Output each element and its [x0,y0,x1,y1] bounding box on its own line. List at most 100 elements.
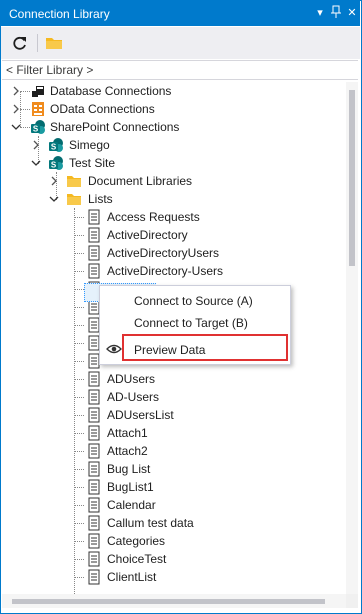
list-item[interactable]: ClientList [2,568,346,586]
tree-node-database-connections[interactable]: Database Connections [2,82,346,100]
expand-chevron-icon[interactable] [30,138,42,152]
collapse-chevron-icon[interactable] [10,120,22,134]
list-icon [86,533,102,549]
list-icon [86,209,102,225]
list-icon [86,443,102,459]
database-icon [30,83,46,99]
list-item[interactable]: BugList1 [2,478,346,496]
list-item[interactable]: Attach2 [2,442,346,460]
list-item[interactable]: ActiveDirectoryUsers [2,244,346,262]
collapse-chevron-icon[interactable] [30,156,42,170]
list-icon [86,371,102,387]
list-icon [86,497,102,513]
list-icon [86,479,102,495]
folder-icon [66,173,82,189]
menu-item-label: Connect to Source (A) [134,294,253,308]
vertical-scrollbar[interactable] [346,82,358,594]
tree-label: Bug List [107,462,151,476]
tree-label: ActiveDirectory [107,228,188,242]
list-icon [86,263,102,279]
list-item[interactable]: AD-Users [2,388,346,406]
list-icon [86,227,102,243]
list-item[interactable]: ActiveDirectory-Users [2,262,346,280]
tree-label: ActiveDirectoryUsers [107,246,220,260]
tree-label: OData Connections [50,102,155,116]
tree-label: BugList1 [107,480,154,494]
vertical-scroll-thumb[interactable] [349,90,355,266]
tree-label: Callum test data [107,516,194,530]
list-item[interactable]: Calendar [2,496,346,514]
tree-label: AD-Users [107,390,160,404]
tree-label: Access Requests [107,210,200,224]
list-icon [86,551,102,567]
tree-label: Database Connections [50,84,172,98]
refresh-icon[interactable] [10,33,30,53]
list-item[interactable]: Attach1 [2,424,346,442]
sharepoint-icon: S [30,119,46,135]
expand-chevron-icon[interactable] [10,84,22,98]
tree-label: SharePoint Connections [50,120,180,134]
scrollbar-corner [346,594,358,608]
folder-icon[interactable] [44,33,64,53]
list-icon [86,389,102,405]
svg-text:S: S [51,161,57,170]
tree-label: Lists [88,192,113,206]
list-item[interactable]: Categories [2,532,346,550]
panel-title: Connection Library [9,7,110,21]
tree-label: Attach2 [107,444,148,458]
collapse-chevron-icon[interactable] [48,192,60,206]
tree-node-odata-connections[interactable]: OData Connections [2,100,346,118]
window-position-icon[interactable]: ▾ [313,5,327,21]
folder-icon [66,191,82,207]
close-icon[interactable]: ✕ [345,5,359,21]
list-icon [86,461,102,477]
tree-node-test-site[interactable]: S Test Site [2,154,346,172]
tree-node-simego[interactable]: S Simego [2,136,346,154]
list-icon [86,425,102,441]
horizontal-scrollbar[interactable] [2,594,346,608]
tree-label: Calendar [107,498,156,512]
list-item[interactable]: Callum test data [2,514,346,532]
panel-titlebar: Connection Library ▾ ✕ [1,1,360,26]
sharepoint-site-icon: S [48,137,64,153]
sharepoint-site-icon: S [48,155,64,171]
horizontal-scroll-thumb[interactable] [12,599,325,604]
list-item[interactable]: ActiveDirectory [2,226,346,244]
filter-library-input[interactable] [6,62,346,77]
tree-label: ADUsers [107,372,156,386]
tree-node-sharepoint-connections[interactable]: S SharePoint Connections [2,118,346,136]
tree-label: Categories [107,534,166,548]
list-icon [86,515,102,531]
tree-node-lists[interactable]: Lists [2,190,346,208]
menu-item-label: Connect to Target (B) [134,316,248,330]
tree-label: ADUsersList [107,408,174,422]
list-item[interactable]: ADUsersList [2,406,346,424]
list-item[interactable]: Access Requests [2,208,346,226]
list-item[interactable]: ChoiceTest [2,550,346,568]
tree-label: Document Libraries [88,174,193,188]
menu-item-connect-to-target[interactable]: Connect to Target (B) [100,311,290,333]
list-icon [86,245,102,261]
eye-icon [106,342,122,359]
list-icon [86,569,102,585]
list-item[interactable]: ADUsers [2,370,346,388]
toolbar [1,27,360,59]
list-icon [86,407,102,423]
tree-label: Test Site [69,156,116,170]
tree-label: Attach1 [107,426,148,440]
expand-chevron-icon[interactable] [48,174,60,188]
tree-label: Simego [69,138,110,152]
tree-label: ChoiceTest [107,552,167,566]
expand-chevron-icon[interactable] [10,102,22,116]
list-item[interactable]: Bug List [2,460,346,478]
filter-bar [2,60,358,80]
preview-data-highlight [122,334,288,361]
menu-item-connect-to-source[interactable]: Connect to Source (A) [100,289,290,311]
svg-text:S: S [51,143,57,152]
odata-icon [30,101,46,117]
tree-label: ActiveDirectory-Users [107,264,224,278]
auto-hide-pin-icon[interactable] [329,5,343,21]
svg-text:S: S [33,125,39,134]
tree-node-document-libraries[interactable]: Document Libraries [2,172,346,190]
toolbar-separator [37,34,38,52]
